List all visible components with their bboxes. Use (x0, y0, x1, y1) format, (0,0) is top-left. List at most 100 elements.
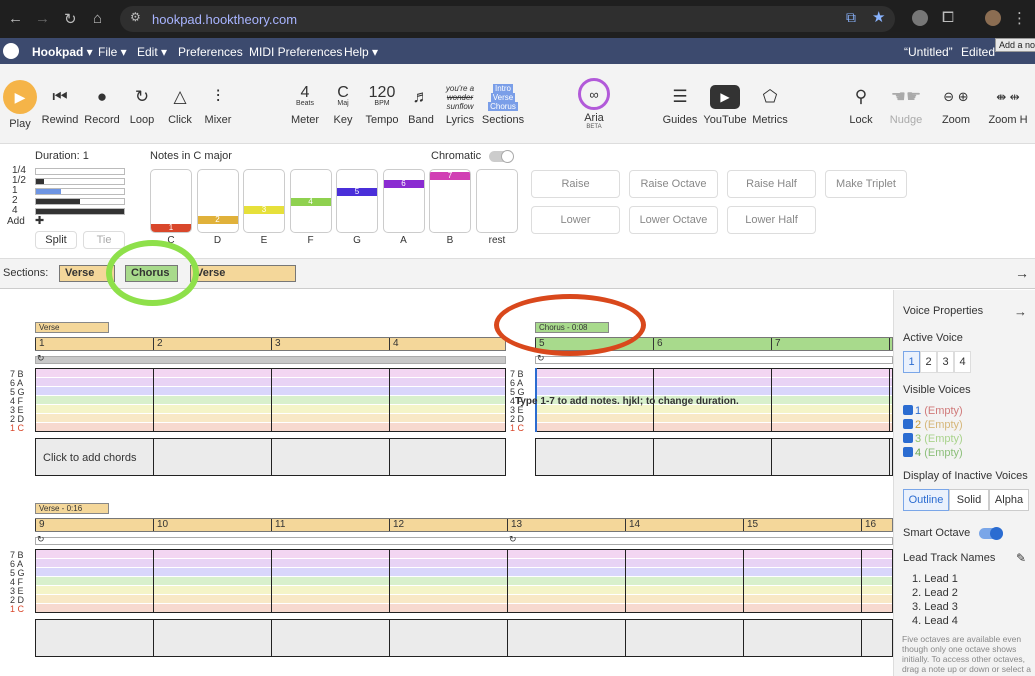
active-voice-2[interactable]: 2 (920, 351, 937, 373)
profile-avatar[interactable] (985, 10, 1001, 26)
address-bar[interactable]: ⚙ hookpad.hooktheory.com ⧉ ★ (120, 6, 895, 32)
measure-number[interactable]: 11 (271, 519, 389, 531)
mixer-button[interactable]: ⫶ Mixer (192, 84, 244, 126)
measure-number[interactable]: 13 (507, 519, 625, 531)
pitch-grid[interactable] (35, 549, 893, 613)
site-info-icon[interactable]: ⚙ (130, 10, 141, 24)
loop-row[interactable] (35, 537, 893, 545)
measure-number[interactable]: 10 (153, 519, 271, 531)
pitch-stripe (36, 568, 892, 576)
cast-icon[interactable]: ⧉ (846, 9, 856, 26)
inactive-alpha-option[interactable]: Alpha (989, 489, 1029, 511)
split-button[interactable]: Split (35, 231, 77, 249)
menu-midi-preferences[interactable]: MIDI Preferences (249, 45, 342, 59)
aria-button[interactable]: ∞ Aria BETA (568, 78, 620, 130)
section-tag-verse[interactable]: Verse - 0:16 (35, 503, 109, 514)
active-voice-1[interactable]: 1 (903, 351, 920, 373)
menu-hookpad[interactable]: Hookpad ▾ (32, 45, 93, 59)
smart-octave-toggle[interactable] (979, 527, 1003, 540)
measure-number[interactable]: 7 (771, 338, 889, 350)
measure-divider (889, 368, 890, 432)
home-icon[interactable]: ⌂ (93, 10, 102, 27)
duration-option[interactable] (35, 168, 125, 175)
tie-button[interactable]: Tie (83, 231, 125, 249)
zoom-h-button[interactable]: ⇼ ⇹ Zoom H (982, 84, 1034, 126)
duration-option[interactable] (35, 198, 125, 205)
note-key-e[interactable]: 3 (243, 169, 285, 233)
note-key-g[interactable]: 5 (336, 169, 378, 233)
raise-octave-button[interactable]: Raise Octave (629, 170, 718, 198)
visible-voice-2[interactable]: 2 (Empty) (903, 419, 963, 431)
raise-half-button[interactable]: Raise Half (727, 170, 816, 198)
edit-pencil-icon[interactable]: ✎ (1016, 551, 1026, 565)
make-triplet-button[interactable]: Make Triplet (825, 170, 907, 198)
forward-icon[interactable]: → (35, 10, 50, 27)
menu-file[interactable]: File ▾ (98, 45, 127, 59)
extension-icon[interactable] (912, 10, 928, 26)
chord-row[interactable] (535, 438, 893, 476)
visible-voice-1[interactable]: 1 (Empty) (903, 405, 963, 417)
measure-number[interactable]: 1 (35, 338, 153, 350)
lower-half-button[interactable]: Lower Half (727, 206, 816, 234)
section-verse-2[interactable]: Verse (190, 265, 296, 282)
aria-icon: ∞ (578, 78, 610, 110)
measure-number[interactable]: 3 (271, 338, 389, 350)
loop-icon[interactable]: ↻ (37, 353, 45, 364)
measure-number[interactable]: 12 (389, 519, 507, 531)
browser-menu-icon[interactable]: ⋮ (1012, 9, 1027, 27)
section-tag-verse[interactable]: Verse (35, 322, 109, 333)
measure-number[interactable]: 6 (653, 338, 771, 350)
visible-voice-3[interactable]: 3 (Empty) (903, 433, 963, 445)
loop-icon[interactable]: ↻ (537, 353, 545, 364)
measure-number[interactable]: 2 (153, 338, 271, 350)
active-voice-4[interactable]: 4 (954, 351, 971, 373)
pitch-label: 5 G (10, 568, 25, 578)
back-icon[interactable]: ← (8, 10, 23, 27)
rest-key[interactable] (476, 169, 518, 233)
metrics-button[interactable]: ⬠ Metrics (744, 84, 796, 126)
lower-octave-button[interactable]: Lower Octave (629, 206, 718, 234)
nudge-button[interactable]: ☚☛ Nudge (880, 84, 932, 126)
inactive-outline-option[interactable]: Outline (903, 489, 949, 511)
zoom-button[interactable]: ⊖ ⊕ Zoom (930, 84, 982, 126)
loop-row[interactable] (535, 356, 893, 364)
menu-help[interactable]: Help ▾ (344, 45, 378, 59)
lower-button[interactable]: Lower (531, 206, 620, 234)
sections-button[interactable]: Intro Verse Chorus Sections (477, 83, 529, 126)
measure-number[interactable]: 16 (861, 519, 893, 531)
note-key-d[interactable]: 2 (196, 169, 239, 233)
measure-number[interactable]: 14 (625, 519, 743, 531)
note-key-c[interactable]: 1 (150, 169, 192, 233)
duration-option[interactable] (35, 208, 125, 215)
note-key-f[interactable]: 4 (289, 169, 332, 233)
document-title[interactable]: “Untitled” (904, 45, 953, 59)
reload-icon[interactable]: ↻ (64, 10, 77, 28)
voice-panel-arrow-icon[interactable]: → (1014, 304, 1027, 319)
extensions-puzzle-icon[interactable]: ⧠ (942, 9, 954, 26)
duration-option[interactable] (35, 178, 125, 185)
loop-icon[interactable]: ↻ (37, 534, 45, 545)
raise-button[interactable]: Raise (531, 170, 620, 198)
active-voice-3[interactable]: 3 (937, 351, 954, 373)
sections-expand-arrow-icon[interactable]: → (1015, 265, 1029, 281)
duration-option[interactable] (35, 188, 125, 195)
measure-number[interactable]: 15 (743, 519, 861, 531)
chord-row[interactable] (35, 619, 893, 657)
bookmark-star-icon[interactable]: ★ (872, 8, 885, 26)
note-key-b[interactable]: 7 (429, 169, 471, 233)
menu-edit[interactable]: Edit ▾ (137, 45, 167, 59)
add-label: Add (7, 216, 25, 227)
measure-number[interactable]: 4 (389, 338, 507, 350)
measure-number[interactable]: 9 (35, 519, 153, 531)
chromatic-toggle[interactable] (489, 150, 514, 163)
add-plus-icon[interactable]: ✚ (35, 214, 44, 227)
note-degree-1: 1 (151, 224, 191, 232)
inactive-solid-option[interactable]: Solid (949, 489, 989, 511)
loop-icon[interactable]: ↻ (509, 534, 517, 545)
loop-row[interactable] (35, 356, 506, 364)
note-key-a[interactable]: 6 (382, 169, 425, 233)
menu-preferences[interactable]: Preferences (178, 45, 243, 59)
score-area: VerseChorus - 0:0812345678↻↻7 B6 A5 G4 F… (0, 290, 893, 676)
pitch-label: 1 C (510, 423, 525, 433)
visible-voice-4[interactable]: 4 (Empty) (903, 447, 963, 459)
